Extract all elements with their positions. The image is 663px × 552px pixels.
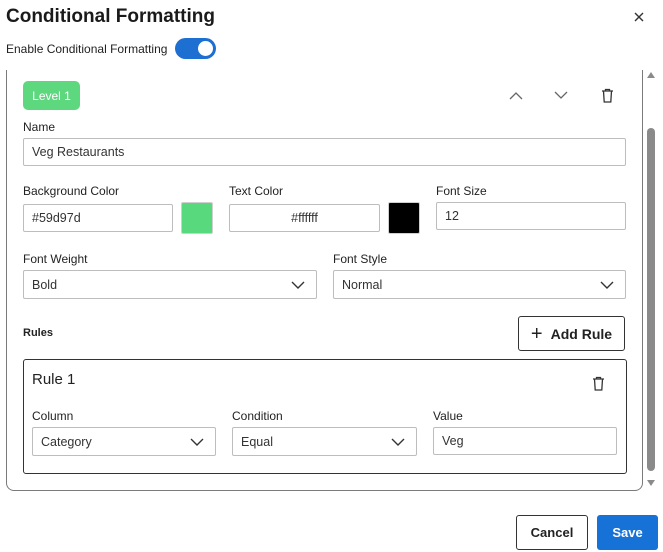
scrollbar[interactable] bbox=[645, 70, 657, 491]
chevron-down-icon bbox=[391, 438, 405, 446]
rule-card bbox=[23, 359, 627, 474]
enable-toggle-label: Enable Conditional Formatting bbox=[6, 41, 168, 56]
rules-label: Rules bbox=[23, 327, 53, 339]
scroll-down-arrow-icon[interactable] bbox=[647, 480, 655, 486]
rule-condition-select[interactable]: Equal bbox=[232, 427, 417, 456]
save-button[interactable]: Save bbox=[597, 515, 658, 550]
chevron-up-icon[interactable] bbox=[509, 91, 523, 100]
font-weight-value: Bold bbox=[32, 277, 58, 292]
name-input[interactable]: Veg Restaurants bbox=[23, 138, 626, 166]
add-rule-button[interactable]: + Add Rule bbox=[518, 316, 625, 351]
text-color-swatch[interactable] bbox=[388, 202, 420, 234]
add-rule-label: Add Rule bbox=[550, 325, 613, 342]
enable-toggle-row: Enable Conditional Formatting bbox=[6, 38, 217, 59]
delete-rule-button[interactable] bbox=[589, 374, 607, 392]
name-label: Name bbox=[23, 120, 56, 134]
move-down-button[interactable] bbox=[552, 86, 570, 104]
delete-level-button[interactable] bbox=[598, 86, 616, 104]
font-style-value: Normal bbox=[342, 277, 383, 292]
rule-column-select[interactable]: Category bbox=[32, 427, 216, 456]
background-color-input[interactable]: #59d97d bbox=[23, 204, 173, 232]
rule-value-input[interactable]: Veg bbox=[433, 427, 617, 455]
move-up-button[interactable] bbox=[507, 86, 525, 104]
scroll-thumb[interactable] bbox=[647, 128, 655, 471]
chevron-down-icon bbox=[190, 438, 204, 446]
scroll-up-arrow-icon[interactable] bbox=[647, 72, 655, 78]
font-weight-label: Font Weight bbox=[23, 252, 88, 266]
text-color-input[interactable]: #ffffff bbox=[229, 204, 380, 232]
close-icon[interactable] bbox=[634, 12, 644, 22]
background-color-swatch[interactable] bbox=[181, 202, 213, 234]
chevron-down-icon bbox=[291, 281, 305, 289]
cancel-button[interactable]: Cancel bbox=[516, 515, 588, 550]
plus-icon: + bbox=[530, 322, 543, 345]
font-weight-select[interactable]: Bold bbox=[23, 270, 317, 299]
dialog-title: Conditional Formatting bbox=[6, 6, 215, 27]
close-button[interactable] bbox=[630, 8, 648, 26]
font-size-input[interactable]: 12 bbox=[436, 202, 626, 230]
trash-icon[interactable] bbox=[601, 88, 614, 103]
chevron-down-icon[interactable] bbox=[554, 91, 568, 100]
rule-condition-value: Equal bbox=[241, 434, 273, 449]
toggle-knob bbox=[198, 41, 214, 56]
enable-toggle[interactable] bbox=[175, 38, 217, 59]
rule-column-label: Column bbox=[32, 409, 74, 423]
rule-condition-label: Condition bbox=[232, 409, 283, 423]
text-color-label: Text Color bbox=[229, 184, 284, 198]
font-size-label: Font Size bbox=[436, 184, 487, 198]
rule-value-label: Value bbox=[433, 409, 463, 423]
level-badge: Level 1 bbox=[23, 81, 80, 110]
rule-column-value: Category bbox=[41, 434, 92, 449]
background-color-label: Background Color bbox=[23, 184, 120, 198]
chevron-down-icon bbox=[600, 281, 614, 289]
font-style-select[interactable]: Normal bbox=[333, 270, 626, 299]
rule-title: Rule 1 bbox=[32, 371, 76, 388]
trash-icon[interactable] bbox=[592, 376, 605, 391]
font-style-label: Font Style bbox=[333, 252, 388, 266]
